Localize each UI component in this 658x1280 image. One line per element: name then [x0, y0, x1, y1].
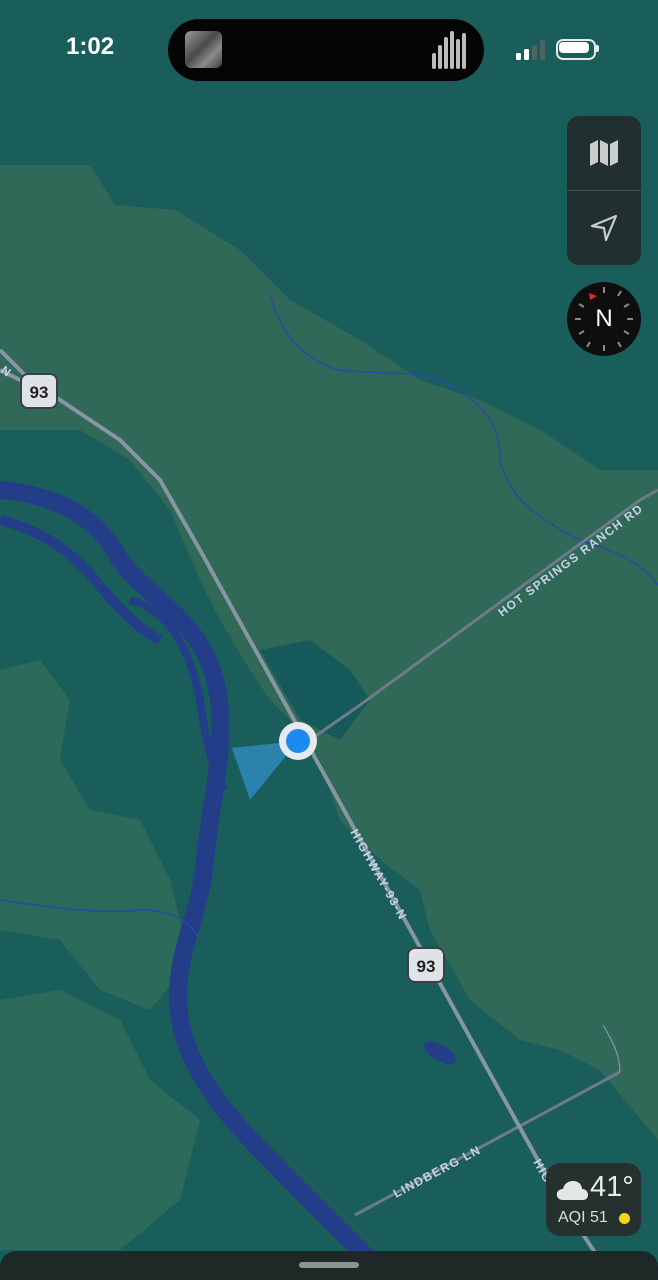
bottom-sheet[interactable] — [0, 1251, 658, 1280]
locate-me-button[interactable] — [567, 191, 641, 265]
map-view[interactable]: HOT SPRINGS RANCH RD HIGHWAY-93-N HIG LI… — [0, 0, 658, 1280]
maps-screen: HOT SPRINGS RANCH RD HIGHWAY-93-N HIG LI… — [0, 0, 658, 1280]
dynamic-island[interactable] — [168, 19, 484, 81]
air-quality-index: AQI 51 — [558, 1209, 608, 1226]
compass-button[interactable]: N — [567, 282, 641, 356]
user-location[interactable] — [279, 722, 317, 760]
map-controls — [567, 116, 641, 265]
status-time: 1:02 — [66, 33, 115, 60]
audio-waveform-icon — [432, 31, 468, 69]
now-playing-artwork — [185, 31, 222, 68]
weather-widget[interactable]: 41° AQI 51 — [546, 1163, 641, 1236]
location-arrow-icon — [590, 214, 618, 242]
temperature: 41° — [590, 1171, 634, 1203]
cellular-signal-icon — [516, 39, 546, 60]
battery-icon — [556, 39, 600, 60]
map-mode-button[interactable] — [567, 116, 641, 190]
compass-north-label: N — [595, 305, 613, 332]
route-93-shield-north: 93 — [20, 373, 58, 409]
svg-text:93: 93 — [30, 383, 49, 402]
route-93-shield-south: 93 — [407, 947, 445, 983]
map-icon — [590, 140, 618, 166]
cloud-icon — [556, 1181, 588, 1200]
aqi-status-dot — [619, 1213, 630, 1224]
svg-text:93: 93 — [417, 957, 436, 976]
sheet-grabber[interactable] — [299, 1262, 359, 1268]
